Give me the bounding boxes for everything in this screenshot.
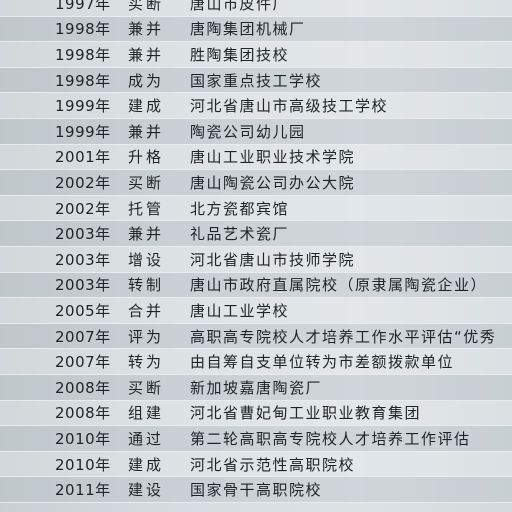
timeline-year: 1998年 bbox=[55, 71, 111, 90]
timeline-year: 2008年 bbox=[55, 378, 111, 397]
timeline-year: 2005年 bbox=[55, 301, 111, 320]
timeline-action: 通过 bbox=[128, 429, 165, 448]
timeline-row: 2008年 买断 新加坡嘉唐陶瓷厂 bbox=[0, 375, 512, 401]
timeline-year: 1999年 bbox=[55, 122, 111, 141]
timeline-row: 1998年 兼并 胜陶集团技校 bbox=[0, 42, 512, 68]
timeline-year: 2007年 bbox=[55, 327, 111, 346]
timeline-year: 1997年 bbox=[55, 0, 111, 13]
timeline-event: 胜陶集团技校 bbox=[190, 45, 290, 64]
timeline-event: 国家骨干高职院校 bbox=[190, 481, 323, 500]
timeline-action: 建成 bbox=[128, 97, 165, 116]
timeline-row: 1998年 成为 国家重点技工学校 bbox=[0, 67, 512, 94]
timeline-year: 2003年 bbox=[55, 250, 111, 269]
timeline-event: 第二轮高职高专院校人才培养工作评估 bbox=[190, 429, 471, 448]
timeline-event: 新加坡嘉唐陶瓷厂 bbox=[190, 378, 323, 397]
timeline-action: 升格 bbox=[128, 148, 165, 167]
timeline-event: 河北省曹妃甸工业职业教育集团 bbox=[190, 404, 422, 423]
timeline-row: 2008年 组建 河北省曹妃甸工业职业教育集团 bbox=[0, 400, 512, 427]
timeline-year: 2010年 bbox=[55, 455, 111, 474]
timeline-action: 兼并 bbox=[128, 20, 165, 39]
timeline-event: 唐山工业学校 bbox=[190, 301, 290, 320]
history-board: 1997年 买断 唐山市皮件厂 1998年 兼并 唐陶集团机械厂 1998年 兼并 胜陶集团技校… bbox=[0, 0, 512, 512]
timeline-row: 1997年 买断 唐山市皮件厂 bbox=[0, 0, 512, 17]
timeline-action: 托管 bbox=[128, 199, 165, 218]
timeline-action: 买断 bbox=[128, 173, 165, 192]
timeline-action: 买断 bbox=[128, 378, 165, 397]
timeline-action: 转为 bbox=[128, 353, 165, 372]
timeline-year: 2002年 bbox=[55, 173, 111, 192]
timeline-action: 兼并 bbox=[128, 225, 165, 244]
timeline-action: 组建 bbox=[128, 404, 165, 423]
timeline-row: 2003年 转制 唐山市政府直属院校（原隶属陶瓷企业） bbox=[0, 272, 512, 299]
timeline-row: 2005年 合并 唐山工业学校 bbox=[0, 298, 512, 324]
timeline-action: 转制 bbox=[128, 276, 165, 295]
timeline-year: 1999年 bbox=[55, 97, 111, 116]
timeline-row: 2007年 评为 高职高专院校人才培养工作水平评估“优秀 bbox=[0, 323, 512, 350]
timeline-row: 2002年 托管 北方瓷都宾馆 bbox=[0, 195, 512, 222]
timeline-row: 2007年 转为 由自筹自支单位转为市差额拨款单位 bbox=[0, 349, 512, 375]
timeline-event: 北方瓷都宾馆 bbox=[190, 199, 290, 218]
timeline-year: 2011年 bbox=[55, 481, 111, 500]
timeline-year: 2007年 bbox=[55, 353, 111, 372]
timeline-year: 2008年 bbox=[55, 404, 111, 423]
timeline-row: 2003年 增设 河北省唐山市技师学院 bbox=[0, 247, 512, 273]
timeline-row: 1998年 兼并 唐陶集团机械厂 bbox=[0, 16, 512, 43]
timeline-event: 唐山陶瓷公司办公大院 bbox=[190, 173, 356, 192]
timeline-action: 合并 bbox=[128, 301, 165, 320]
timeline-year: 2010年 bbox=[55, 429, 111, 448]
timeline-year: 2003年 bbox=[55, 225, 111, 244]
timeline-row: 2011年 建设 国家骨干高职院校 bbox=[0, 477, 512, 503]
timeline-event: 唐山市皮件厂 bbox=[190, 0, 290, 13]
timeline-action: 成为 bbox=[128, 71, 165, 90]
timeline-year: 2001年 bbox=[55, 148, 111, 167]
timeline-event: 由自筹自支单位转为市差额拨款单位 bbox=[190, 353, 455, 372]
timeline-row: 2010年 通过 第二轮高职高专院校人才培养工作评估 bbox=[0, 426, 512, 452]
timeline-row: 2010年 建成 河北省示范性高职院校 bbox=[0, 451, 512, 478]
timeline-row: 2002年 买断 唐山陶瓷公司办公大院 bbox=[0, 170, 512, 196]
timeline-event: 唐山市政府直属院校（原隶属陶瓷企业） bbox=[190, 276, 488, 295]
timeline-year: 2002年 bbox=[55, 199, 111, 218]
timeline-year: 1998年 bbox=[55, 20, 111, 39]
timeline-row: 1999年 建成 河北省唐山市高级技工学校 bbox=[0, 93, 512, 119]
timeline-event: 河北省唐山市高级技工学校 bbox=[190, 97, 389, 116]
timeline-action: 兼并 bbox=[128, 45, 165, 64]
timeline-event: 国家重点技工学校 bbox=[190, 71, 323, 90]
timeline-event: 唐陶集团机械厂 bbox=[190, 20, 306, 39]
timeline-event: 礼品艺术瓷厂 bbox=[190, 225, 290, 244]
timeline-event: 河北省示范性高职院校 bbox=[190, 455, 356, 474]
timeline-year: 1998年 bbox=[55, 45, 111, 64]
timeline-row: 2003年 兼并 礼品艺术瓷厂 bbox=[0, 221, 512, 247]
timeline-row: 1999年 兼并 陶瓷公司幼儿园 bbox=[0, 119, 512, 145]
timeline-action: 兼并 bbox=[128, 122, 165, 141]
timeline-action: 评为 bbox=[128, 327, 165, 346]
timeline-event: 陶瓷公司幼儿园 bbox=[190, 122, 306, 141]
timeline-row: 2001年 升格 唐山工业职业技术学院 bbox=[0, 144, 512, 171]
timeline-action: 增设 bbox=[128, 250, 165, 269]
timeline-action: 建设 bbox=[128, 481, 165, 500]
timeline-action: 买断 bbox=[128, 0, 165, 13]
timeline-event: 河北省唐山市技师学院 bbox=[190, 250, 356, 269]
timeline-event: 唐山工业职业技术学院 bbox=[190, 148, 356, 167]
timeline-event: 高职高专院校人才培养工作水平评估“优秀 bbox=[190, 327, 497, 346]
timeline-year: 2003年 bbox=[55, 276, 111, 295]
timeline-action: 建成 bbox=[128, 455, 165, 474]
